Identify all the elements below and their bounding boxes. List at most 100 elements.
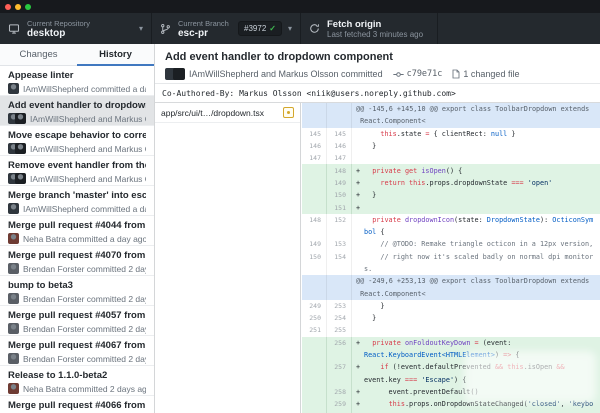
diff-context-line[interactable]: s. — [302, 263, 600, 275]
diff-line-marker: + — [352, 400, 364, 408]
commit-list-item[interactable]: Remove event handler from the bran…IAmWi… — [0, 156, 154, 186]
commit-item-authors: Neha Batra committed 2 days ago — [23, 384, 146, 394]
pr-number: #3972 — [244, 24, 266, 33]
avatar — [8, 233, 19, 244]
file-list-item[interactable]: app/src/ui/t…/dropdown.tsx — [155, 103, 300, 123]
fetch-origin-button[interactable]: Fetch origin Last fetched 3 minutes ago — [301, 13, 438, 44]
old-line-number: 251 — [302, 324, 327, 336]
toolbar-spacer — [438, 13, 600, 44]
diff-context-line[interactable]: 148152 private dropdownIcon(state: Dropd… — [302, 214, 600, 226]
commit-list-item[interactable]: Merge pull request #4044 from des…Neha B… — [0, 216, 154, 246]
commit-summary: Add event handler to dropdown component … — [155, 44, 600, 84]
diff-line-marker: + — [352, 388, 364, 396]
new-line-number: 145 — [327, 128, 352, 140]
commit-item-authors: Brendan Forster committed 2 days ago — [23, 264, 146, 274]
commit-item-meta: Neha Batra committed 2 days ago — [8, 383, 146, 394]
diff-context-line[interactable]: 146146 } — [302, 140, 600, 152]
current-repository-button[interactable]: Current Repository desktop ▾ — [0, 13, 152, 44]
avatar — [8, 383, 19, 394]
commit-list-item[interactable]: Merge pull request #4057 from desk…Brend… — [0, 306, 154, 336]
commit-sha[interactable]: c79e71c — [407, 69, 443, 79]
diff-line-content: } — [364, 302, 600, 310]
commit-list-item[interactable]: Appease linterIAmWillShepherd committed … — [0, 66, 154, 96]
commit-list-item[interactable]: Add event handler to dropdown com…IAmWil… — [0, 96, 154, 126]
diff-context-line[interactable]: 251255 — [302, 324, 600, 336]
diff-added-line[interactable]: 256+ private onFoldoutKeyDown = (event: — [302, 337, 600, 349]
diff-line-content: s. — [364, 265, 600, 273]
new-line-number: 259 — [327, 398, 352, 410]
old-line-number: 149 — [302, 238, 327, 250]
old-line-number: 249 — [302, 300, 327, 312]
commit-list-item[interactable]: Merge pull request #4066 from des… — [0, 396, 154, 413]
commit-list-item[interactable]: Move escape behavior to correct co…IAmWi… — [0, 126, 154, 156]
diff-context-line[interactable]: bol { — [302, 226, 600, 238]
github-desktop-window: Current Repository desktop ▾ Current Bra… — [0, 0, 600, 413]
diff-added-line[interactable]: 149+ return this.props.dropdownState ===… — [302, 177, 600, 189]
commit-list-item[interactable]: Release to 1.1.0-beta2 Neha Batra committ… — [0, 366, 154, 396]
diff-added-line[interactable]: 258+ event.preventDefault() — [302, 386, 600, 398]
commit-item-title: Release to 1.1.0-beta2 — [8, 370, 146, 381]
tab-changes[interactable]: Changes — [0, 44, 77, 65]
file-path: app/src/ui/t…/dropdown.tsx — [161, 108, 279, 118]
commit-item-authors: Brendan Forster committed 2 days ago — [23, 354, 146, 364]
diff-added-line[interactable]: 259+ this.props.onDropdownStateChanged('… — [302, 398, 600, 410]
diff-context-line[interactable]: 249253 } — [302, 300, 600, 312]
commit-list-item[interactable]: Merge pull request #4067 from desk…Brend… — [0, 336, 154, 366]
diff-view[interactable]: @@ -145,6 +145,10 @@ export class Toolba… — [302, 103, 600, 413]
minimize-window-button[interactable] — [15, 4, 21, 10]
diff-line-marker: + — [352, 204, 364, 212]
current-branch-button[interactable]: Current Branch esc-pr #3972 ✓ ▾ — [152, 13, 301, 44]
commit-list-item[interactable]: bump to beta3Brendan Forster committed 2… — [0, 276, 154, 306]
old-line-number — [302, 103, 327, 115]
diff-line-marker: + — [352, 191, 364, 199]
zoom-window-button[interactable] — [25, 4, 31, 10]
diff-line-content: bol { — [364, 228, 600, 236]
diff-hunk-header[interactable]: React.Component< — [302, 287, 600, 299]
diff-added-line[interactable]: React.KeyboardEvent<HTMLElement>) => { — [302, 349, 600, 361]
fetch-origin-sublabel: Last fetched 3 minutes ago — [327, 30, 429, 39]
new-line-number — [327, 374, 352, 386]
diff-added-line[interactable]: 148+ private get isOpen() { — [302, 164, 600, 176]
avatar — [8, 353, 19, 364]
new-line-number: 152 — [327, 214, 352, 226]
diff-context-line[interactable]: 149153 // @TODO: Remake triangle octicon… — [302, 238, 600, 250]
diff-added-line[interactable]: 257+ if (!event.defaultPrevented && this… — [302, 361, 600, 373]
diff-added-line[interactable]: 151+ — [302, 201, 600, 213]
diff-context-line[interactable]: 250254 } — [302, 312, 600, 324]
new-line-number: 148 — [327, 164, 352, 176]
commit-list-item[interactable]: Merge branch 'master' into esc-prIAmWill… — [0, 186, 154, 216]
diff-context-line[interactable]: 145145 this.state = { clientRect: null } — [302, 128, 600, 140]
current-branch-label: Current Branch — [178, 19, 232, 28]
file-icon — [452, 69, 460, 79]
diff-context-line[interactable]: 147147 — [302, 152, 600, 164]
close-window-button[interactable] — [5, 4, 11, 10]
diff-hunk-header[interactable]: @@ -249,6 +253,13 @@ export class Toolba… — [302, 275, 600, 287]
diff-hunk-header[interactable]: @@ -145,6 +145,10 @@ export class Toolba… — [302, 103, 600, 115]
commit-item-title: Merge pull request #4070 from desk… — [8, 250, 146, 261]
diff-line-content: React.Component< — [352, 290, 600, 298]
commit-item-meta: IAmWillShepherd committed a day ago — [8, 83, 146, 94]
diff-added-line[interactable]: event.key === 'Escape') { — [302, 374, 600, 386]
old-line-number — [302, 115, 327, 127]
diff-line-marker: + — [352, 363, 364, 371]
old-line-number — [302, 287, 327, 299]
commit-list-item[interactable]: Merge pull request #4070 from desk… Brend… — [0, 246, 154, 276]
tab-history[interactable]: History — [77, 44, 154, 65]
new-line-number — [327, 275, 352, 287]
diff-context-line[interactable]: 150154 // right now it's scaled badly on… — [302, 251, 600, 263]
diff-hunk-header[interactable]: React.Component< — [302, 115, 600, 127]
modified-file-icon — [283, 107, 294, 118]
git-commit-icon — [393, 70, 404, 79]
pr-status-badge[interactable]: #3972 ✓ — [238, 21, 282, 36]
titlebar — [0, 0, 600, 13]
old-line-number — [302, 337, 327, 349]
new-line-number — [327, 115, 352, 127]
avatar — [173, 68, 185, 80]
commit-byline: IAmWillShepherd and Markus Olsson commit… — [165, 68, 590, 80]
new-line-number: 256 — [327, 337, 352, 349]
diff-added-line[interactable]: 150+ } — [302, 189, 600, 201]
old-line-number — [302, 361, 327, 373]
old-line-number — [302, 349, 327, 361]
diff-line-content: this.props.onDropdownStateChanged('close… — [364, 400, 600, 408]
old-line-number: 250 — [302, 312, 327, 324]
